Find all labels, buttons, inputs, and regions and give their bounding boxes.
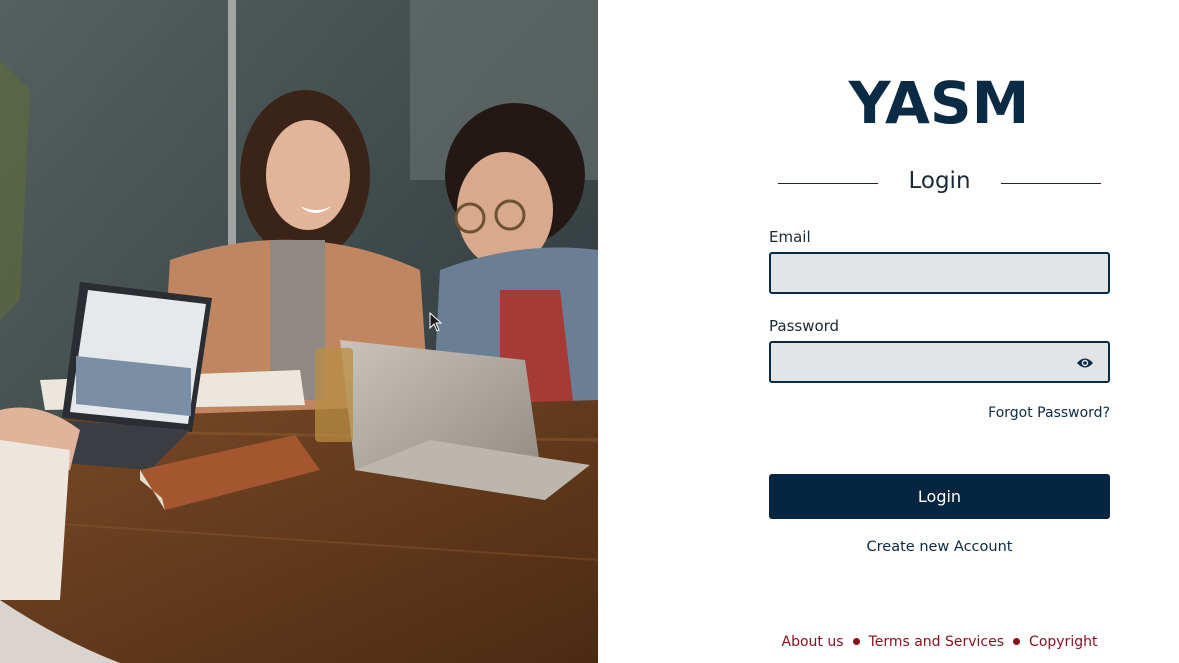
password-field[interactable] [771,343,1081,381]
footer-link-about[interactable]: About us [782,634,844,650]
forgot-password-link[interactable]: Forgot Password? [988,405,1110,421]
login-button[interactable]: Login [769,474,1110,519]
footer-link-copyright[interactable]: Copyright [1029,634,1097,650]
email-label: Email [769,228,811,246]
login-heading: Login [908,168,971,194]
logo: YASM [769,70,1109,136]
login-heading-row: Login [778,166,1101,202]
create-account-link[interactable]: Create new Account [769,539,1110,555]
login-panel: YASM Login Email Password Forgot Passwor… [598,0,1179,663]
footer-separator-dot [852,637,860,645]
email-field-wrapper [769,252,1110,294]
heading-divider-right [1001,183,1101,184]
email-field[interactable] [771,254,1081,292]
hero-photo [0,0,598,663]
footer-links: About us Terms and Services Copyright [748,634,1131,650]
hero-photo-illustration [0,0,598,663]
password-label: Password [769,317,840,335]
footer-link-terms[interactable]: Terms and Services [869,634,1005,650]
eye-icon[interactable] [1076,355,1094,369]
password-field-wrapper [769,341,1110,383]
login-page: YASM Login Email Password Forgot Passwor… [0,0,1179,663]
logo-text: YASM [848,69,1030,137]
mouse-cursor-icon [429,312,443,332]
footer-separator-dot [1013,637,1021,645]
